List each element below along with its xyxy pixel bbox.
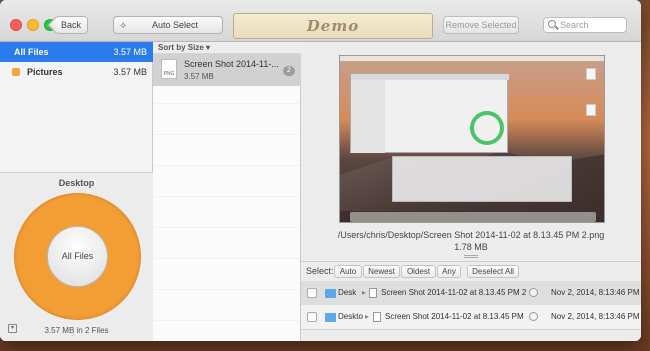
folder-name: Deskto xyxy=(338,312,363,321)
folder-name: Desk xyxy=(338,288,357,297)
select-auto-button[interactable]: Auto xyxy=(334,265,362,278)
file-date: Nov 2, 2014, 8:13:46 PM xyxy=(551,312,640,321)
document-icon xyxy=(369,288,377,298)
reveal-in-finder-icon[interactable] xyxy=(529,288,538,297)
row-checkbox[interactable] xyxy=(307,288,317,298)
duplicate-count-badge: 2 xyxy=(283,66,295,76)
sidebar-item-size: 3.57 MB xyxy=(113,47,147,57)
back-button[interactable]: Back xyxy=(55,16,88,34)
ring-center-button[interactable]: All Files xyxy=(47,226,108,287)
select-bar: Select: Auto Newest Oldest Any Deselect … xyxy=(301,261,641,279)
file-size-detail: 1.78 MB xyxy=(454,242,488,252)
select-newest-label: Newest xyxy=(368,267,395,276)
reveal-in-finder-icon[interactable] xyxy=(529,312,538,321)
search-icon xyxy=(548,20,556,28)
disk-title: Desktop xyxy=(58,178,95,188)
magic-wand-icon: ✧ xyxy=(119,21,128,32)
usage-ring[interactable]: All Files xyxy=(14,193,141,320)
file-type-label: PNG xyxy=(163,71,175,77)
preview-panel: /Users/chris/Desktop/Screen Shot 2014-11… xyxy=(301,42,641,341)
toolbar: Back ✧ Auto Select Demo Remove Selected … xyxy=(0,0,641,42)
path-separator-icon: ▸ xyxy=(362,288,367,297)
remove-selected-button[interactable]: Remove Selected xyxy=(443,16,519,34)
search-input[interactable]: Search xyxy=(543,17,627,33)
app-window: Back ✧ Auto Select Demo Remove Selected … xyxy=(0,0,641,341)
sidebar-item-label: All Files xyxy=(14,47,49,57)
file-path: /Users/chris/Desktop/Screen Shot 2014-11… xyxy=(337,230,605,240)
sidebar-item-size: 3.57 MB xyxy=(113,67,147,77)
folder-icon xyxy=(325,289,336,298)
list-item[interactable]: PNG Screen Shot 2014-11-... 3.57 MB 2 xyxy=(153,54,301,86)
sort-menu[interactable]: Sort by Size ▾ xyxy=(153,42,301,54)
path-separator-icon: ▸ xyxy=(365,312,370,321)
file-list: Sort by Size ▾ PNG Screen Shot 2014-11-.… xyxy=(153,42,301,341)
duplicate-file-name: Screen Shot 2014-11-02 at 8.13.45 PM 2 xyxy=(381,288,527,297)
select-oldest-label: Oldest xyxy=(406,267,431,276)
select-auto-label: Auto xyxy=(339,267,357,276)
sidebar-item-pictures[interactable]: Pictures 3.57 MB xyxy=(0,62,153,82)
select-any-button[interactable]: Any xyxy=(437,265,461,278)
row-checkbox[interactable] xyxy=(307,312,317,322)
remove-selected-label: Remove Selected xyxy=(445,20,517,30)
auto-select-button[interactable]: ✧ Auto Select xyxy=(113,16,223,34)
auto-select-label: Auto Select xyxy=(152,20,199,30)
deselect-all-label: Deselect All xyxy=(472,267,514,276)
screenshot-preview-image xyxy=(339,55,605,223)
table-row[interactable]: Deskto ▸ Screen Shot 2014-11-02 at 8.13.… xyxy=(301,305,641,330)
chevron-down-icon: ▾ xyxy=(206,43,211,52)
file-date: Nov 2, 2014, 8:13:46 PM xyxy=(551,288,640,297)
pictures-icon xyxy=(12,68,20,76)
resize-handle[interactable] xyxy=(464,255,478,258)
sidebar-item-label: Pictures xyxy=(27,67,63,77)
minimize-window-button[interactable] xyxy=(27,19,39,31)
select-oldest-button[interactable]: Oldest xyxy=(401,265,436,278)
table-row[interactable]: Desk ▸ Screen Shot 2014-11-02 at 8.13.45… xyxy=(301,281,641,306)
search-placeholder: Search xyxy=(560,20,589,30)
disk-status-text: 3.57 MB in 2 Files xyxy=(44,326,109,335)
sidebar: All Files 3.57 MB Pictures 3.57 MB Deskt… xyxy=(0,42,153,341)
png-file-icon: PNG xyxy=(161,59,177,79)
app-logo-text: Demo xyxy=(306,17,360,35)
deselect-all-button[interactable]: Deselect All xyxy=(467,265,519,278)
sidebar-item-all-files[interactable]: All Files 3.57 MB xyxy=(0,42,153,62)
select-label: Select: xyxy=(306,266,334,276)
select-any-label: Any xyxy=(442,267,456,276)
close-window-button[interactable] xyxy=(10,19,22,31)
document-icon xyxy=(373,312,381,322)
duplicate-file-name: Screen Shot 2014-11-02 at 8.13.45 PM xyxy=(385,312,524,321)
folder-icon xyxy=(325,313,336,322)
ring-center-label: All Files xyxy=(61,251,94,261)
app-logo-banner: Demo xyxy=(233,13,433,39)
select-newest-button[interactable]: Newest xyxy=(363,265,400,278)
file-size: 3.57 MB xyxy=(184,72,214,81)
back-button-label: Back xyxy=(60,20,81,30)
sort-label: Sort by Size xyxy=(158,43,204,52)
disk-usage-panel: Desktop All Files ▾ 3.57 MB in 2 Files xyxy=(0,172,153,341)
file-name: Screen Shot 2014-11-... xyxy=(184,59,279,69)
